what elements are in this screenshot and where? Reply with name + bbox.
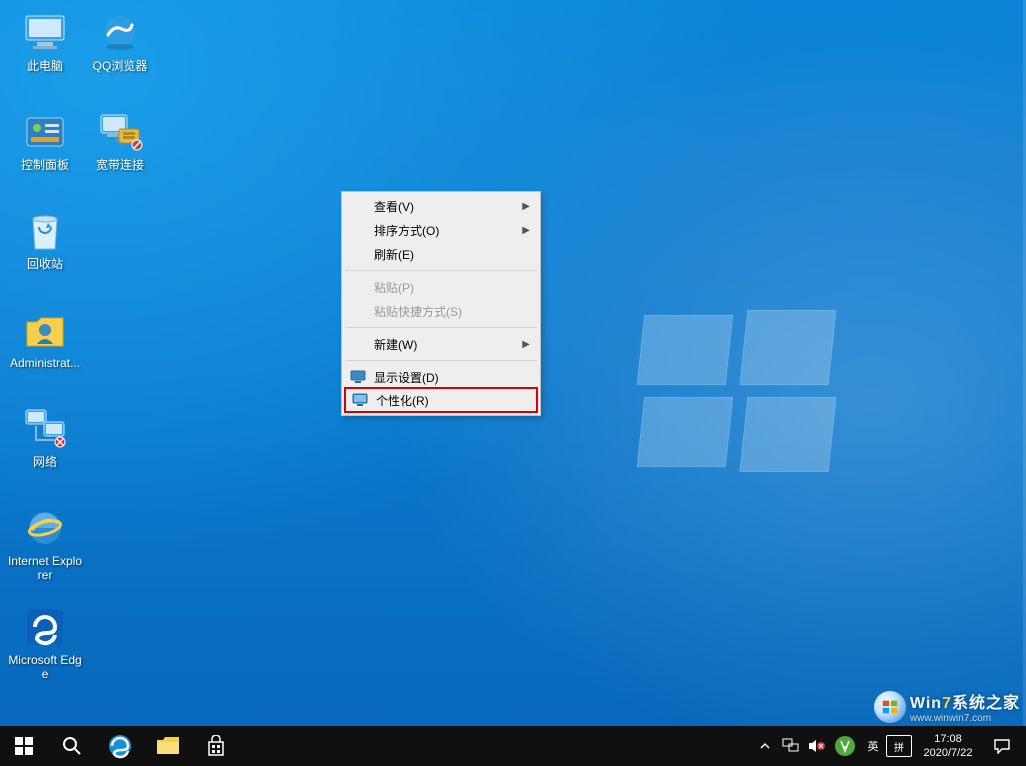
menu-item-personalize[interactable]: 个性化(R) xyxy=(346,389,536,411)
desktop-icon-control-panel[interactable]: 控制面板 xyxy=(7,108,83,172)
taskbar: 英 拼 17:08 2020/7/22 xyxy=(0,726,1026,766)
submenu-arrow-icon: ▶ xyxy=(522,225,530,236)
desktop-icon-microsoft-edge[interactable]: Microsoft Edge xyxy=(7,603,83,681)
menu-item-new[interactable]: 新建(W) ▶ xyxy=(344,332,538,356)
desktop-icon-label: Administrat... xyxy=(7,356,83,370)
menu-separator xyxy=(345,360,537,361)
desktop-icon-label: 回收站 xyxy=(7,257,83,271)
menu-separator xyxy=(345,327,537,328)
desktop-icon-internet-explorer[interactable]: Internet Explorer xyxy=(7,504,83,582)
tray-network[interactable] xyxy=(778,726,804,766)
watermark-logo-icon xyxy=(874,691,906,723)
system-tray: 英 拼 17:08 2020/7/22 xyxy=(752,726,1026,766)
desktop-icon-qqbrowser[interactable]: QQ浏览器 xyxy=(82,9,158,73)
menu-item-label: 显示设置(D) xyxy=(374,369,439,386)
menu-item-label: 粘贴(P) xyxy=(374,279,414,296)
desktop-icon-label: Internet Explorer xyxy=(7,554,83,582)
desktop-icon-label: QQ浏览器 xyxy=(82,59,158,73)
ime-mode-label: 拼 xyxy=(886,735,912,757)
display-settings-icon xyxy=(350,369,366,385)
network-icon xyxy=(21,405,69,453)
tray-ime-lang[interactable]: 英 xyxy=(860,726,886,766)
user-folder-icon xyxy=(21,306,69,354)
watermark-title: Win7系统之家 xyxy=(910,689,1020,713)
action-center-icon xyxy=(993,738,1011,754)
desktop-icon-label: 控制面板 xyxy=(7,158,83,172)
menu-item-label: 排序方式(O) xyxy=(374,222,439,239)
broadband-icon xyxy=(96,108,144,156)
desktop-context-menu: 查看(V) ▶ 排序方式(O) ▶ 刷新(E) 粘贴(P) 粘贴快捷方式(S) … xyxy=(341,191,541,416)
tray-ime-indicator[interactable] xyxy=(830,726,860,766)
highlighted-annotation: 个性化(R) xyxy=(344,387,538,413)
menu-item-label: 新建(W) xyxy=(374,336,417,353)
desktop-icon-label: 宽带连接 xyxy=(82,158,158,172)
search-button[interactable] xyxy=(48,726,96,766)
menu-item-view[interactable]: 查看(V) ▶ xyxy=(344,194,538,218)
tray-ime-mode[interactable]: 拼 xyxy=(886,726,912,766)
windows-start-icon xyxy=(15,737,33,755)
clock-time: 17:08 xyxy=(934,732,962,746)
store-icon xyxy=(205,735,227,757)
control-panel-icon xyxy=(21,108,69,156)
menu-item-label: 刷新(E) xyxy=(374,246,414,263)
submenu-arrow-icon: ▶ xyxy=(522,201,530,212)
qqbrowser-icon xyxy=(96,9,144,57)
desktop-icon-this-pc[interactable]: 此电脑 xyxy=(7,9,83,73)
edge-icon xyxy=(107,733,133,759)
watermark-url: www.winwin7.com xyxy=(910,713,1020,724)
menu-item-label: 粘贴快捷方式(S) xyxy=(374,303,462,320)
tray-action-center[interactable] xyxy=(984,738,1020,754)
tray-clock[interactable]: 17:08 2020/7/22 xyxy=(912,732,984,760)
search-icon xyxy=(62,736,82,756)
tray-show-hidden-icons[interactable] xyxy=(752,726,778,766)
menu-item-refresh[interactable]: 刷新(E) xyxy=(344,242,538,266)
start-button[interactable] xyxy=(0,726,48,766)
taskbar-app-store[interactable] xyxy=(192,726,240,766)
ie-icon xyxy=(21,504,69,552)
tray-volume[interactable] xyxy=(804,726,830,766)
taskbar-app-file-explorer[interactable] xyxy=(144,726,192,766)
edge-icon xyxy=(21,603,69,651)
menu-separator xyxy=(345,270,537,271)
menu-item-label: 个性化(R) xyxy=(376,392,429,409)
menu-item-paste-shortcut: 粘贴快捷方式(S) xyxy=(344,299,538,323)
menu-item-label: 查看(V) xyxy=(374,198,414,215)
volume-muted-icon xyxy=(808,738,826,754)
ime-badge-icon xyxy=(834,735,856,757)
desktop-icon-network[interactable]: 网络 xyxy=(7,405,83,469)
folder-icon xyxy=(156,736,180,756)
clock-date: 2020/7/22 xyxy=(924,746,973,760)
desktop-icon-broadband[interactable]: 宽带连接 xyxy=(82,108,158,172)
desktop-icon-label: 此电脑 xyxy=(7,59,83,73)
desktop-icon-recycle-bin[interactable]: 回收站 xyxy=(7,207,83,271)
watermark: Win7系统之家 www.winwin7.com xyxy=(874,689,1020,724)
menu-item-paste: 粘贴(P) xyxy=(344,275,538,299)
chevron-up-icon xyxy=(759,740,771,752)
wallpaper-windows-logo xyxy=(640,315,840,475)
desktop-icon-administrator[interactable]: Administrat... xyxy=(7,306,83,370)
personalize-icon xyxy=(352,392,368,408)
taskbar-app-edge[interactable] xyxy=(96,726,144,766)
menu-item-sort[interactable]: 排序方式(O) ▶ xyxy=(344,218,538,242)
desktop[interactable]: 此电脑 QQ浏览器 控制面板 宽带连接 回收站 Administrat... xyxy=(0,0,1026,726)
desktop-icon-label: 网络 xyxy=(7,455,83,469)
desktop-icon-label: Microsoft Edge xyxy=(7,653,83,681)
recycle-bin-icon xyxy=(21,207,69,255)
ime-lang-label: 英 xyxy=(860,735,886,757)
menu-item-display-settings[interactable]: 显示设置(D) xyxy=(344,365,538,389)
network-icon xyxy=(782,738,800,754)
submenu-arrow-icon: ▶ xyxy=(522,339,530,350)
pc-icon xyxy=(21,9,69,57)
